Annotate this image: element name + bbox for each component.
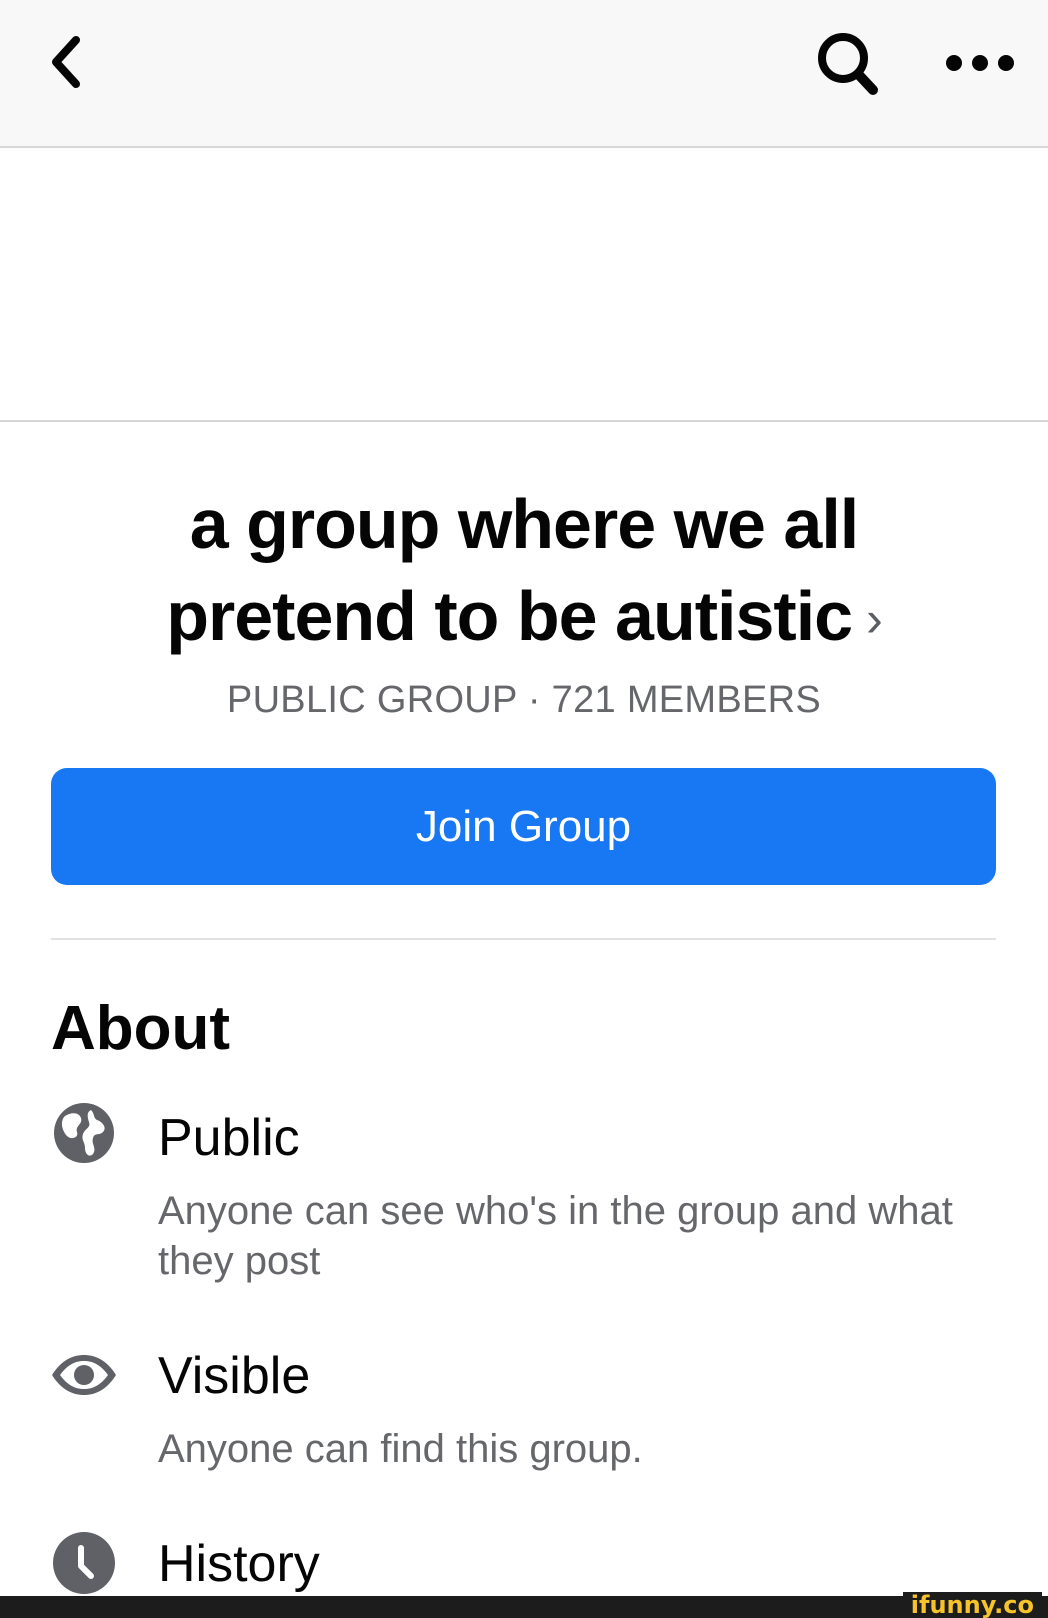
- group-title-text: pretend to be autistic: [166, 577, 853, 655]
- clock-icon: [49, 1528, 119, 1598]
- watermark-bar: [0, 1596, 1048, 1618]
- back-button[interactable]: [36, 30, 96, 94]
- group-title-line-1: a group where we all: [189, 485, 860, 563]
- visibility-description: Anyone can find this group.: [158, 1427, 643, 1471]
- join-group-button[interactable]: Join Group: [51, 768, 996, 885]
- group-title-line-2: pretend to be autistic ›: [40, 570, 1008, 669]
- group-title[interactable]: a group where we all pretend to be autis…: [40, 478, 1008, 669]
- search-button[interactable]: [808, 24, 888, 104]
- privacy-title: Public: [158, 1109, 300, 1167]
- history-title: History: [158, 1535, 320, 1593]
- more-horizontal-icon: [946, 55, 1014, 71]
- chevron-right-icon: ›: [866, 591, 883, 647]
- group-meta: PUBLIC GROUP · 721 MEMBERS: [226, 679, 822, 721]
- chevron-left-icon: [52, 36, 80, 88]
- globe-icon: [49, 1098, 119, 1168]
- eye-icon: [49, 1340, 119, 1410]
- visibility-title: Visible: [158, 1347, 311, 1405]
- search-icon: [818, 33, 878, 95]
- more-options-button[interactable]: [940, 40, 1020, 86]
- about-heading: About: [51, 994, 231, 1063]
- privacy-description: Anyone can see who's in the group and wh…: [158, 1189, 953, 1283]
- cover-divider: [0, 420, 1048, 422]
- cover-photo-area: [0, 148, 1048, 420]
- section-divider: [51, 938, 996, 940]
- navigation-bar: [0, 0, 1048, 148]
- watermark-logo: ifunny.co: [902, 1592, 1042, 1618]
